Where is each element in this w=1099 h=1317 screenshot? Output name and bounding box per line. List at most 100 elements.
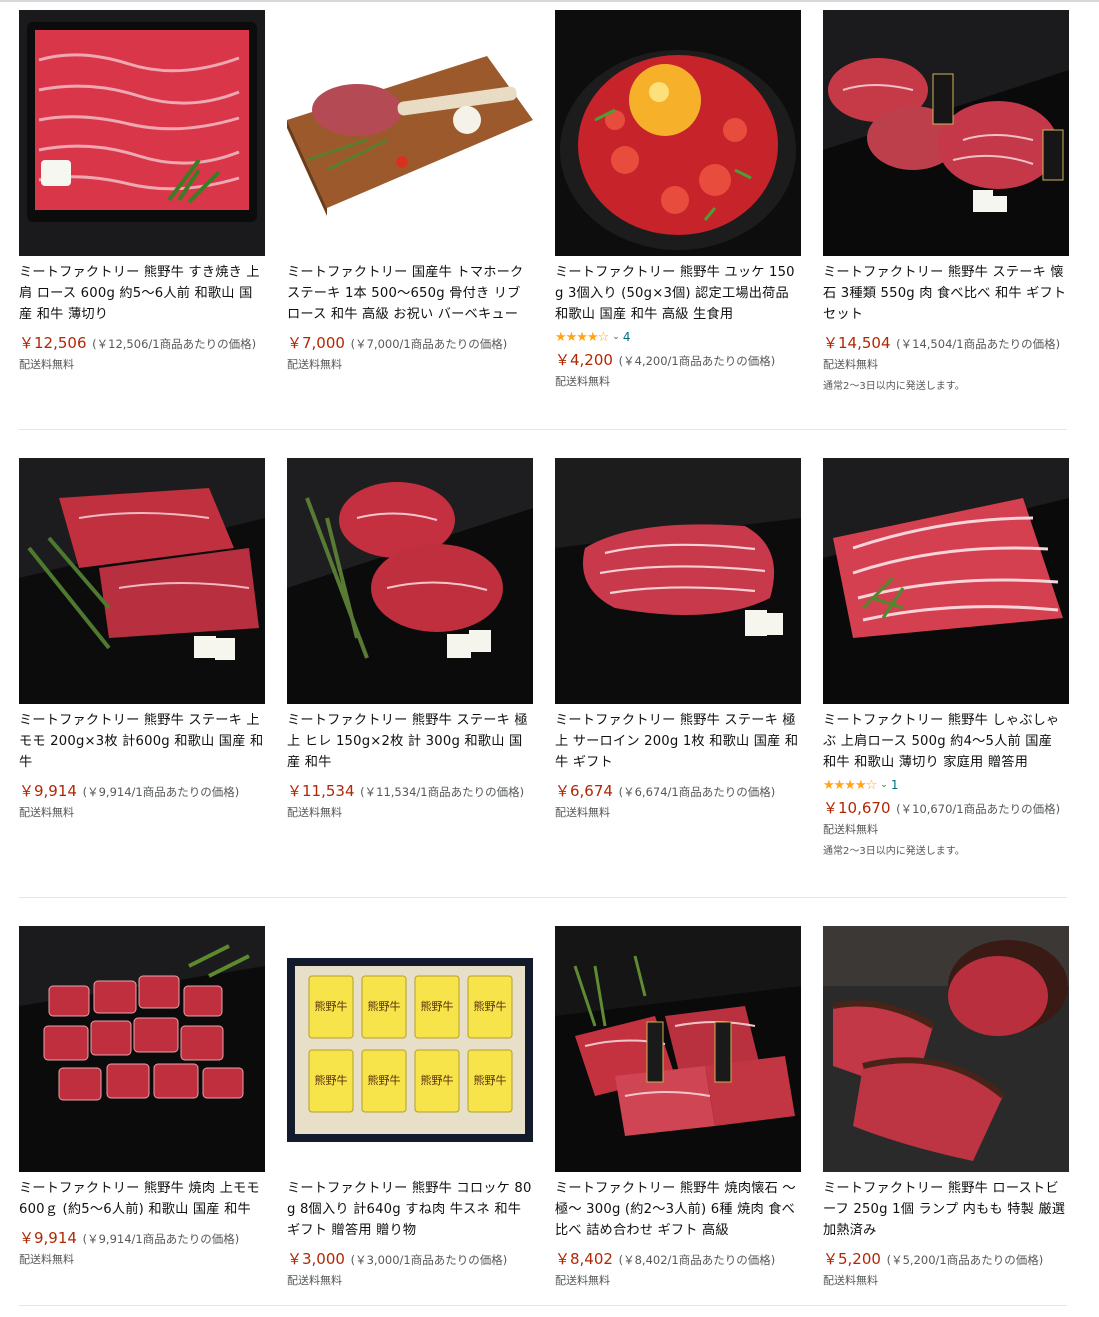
product-image-sukiyaki[interactable] xyxy=(19,10,265,256)
product-title[interactable]: ミートファクトリー 熊野牛 焼肉懐石 〜極〜 300g (約2〜3人前) 6種 … xyxy=(555,1178,801,1241)
product-image-yakiniku-kaiseki[interactable] xyxy=(555,926,801,1172)
product-image-fillet-steak[interactable] xyxy=(287,458,533,704)
price: ￥11,534 xyxy=(287,782,355,800)
product-image-steak-kaiseki[interactable] xyxy=(823,10,1069,256)
price-line: ￥9,914 (￥9,914/1商品あたりの価格) xyxy=(19,781,265,802)
price-line: ￥5,200 (￥5,200/1商品あたりの価格) xyxy=(823,1249,1069,1270)
product-row: ミートファクトリー 熊野牛 ステーキ 上モモ 200g×3枚 計600g 和歌山… xyxy=(19,458,1079,926)
price-line: ￥10,670 (￥10,670/1商品あたりの価格) xyxy=(823,798,1069,819)
shipping-label: 配送料無料 xyxy=(823,358,878,371)
croquette-label-text: 熊野牛 xyxy=(421,999,454,1013)
product-image-croquette[interactable]: 熊野牛 熊野牛 熊野牛 熊野牛 熊野牛 熊野牛 熊野牛 熊野牛 xyxy=(287,926,533,1172)
product-card: ミートファクトリー 熊野牛 焼肉 上モモ 600ｇ (約5〜6人前) 和歌山 国… xyxy=(19,926,265,1316)
product-title[interactable]: ミートファクトリー 国産牛 トマホーク ステーキ 1本 500〜650g 骨付き… xyxy=(287,262,533,325)
rating-count[interactable]: 4 xyxy=(623,330,631,344)
price-line: ￥3,000 (￥3,000/1商品あたりの価格) xyxy=(287,1249,533,1270)
price-line: ￥4,200 (￥4,200/1商品あたりの価格) xyxy=(555,350,801,371)
price: ￥12,506 xyxy=(19,334,87,352)
delivery-estimate: 通常2〜3日以内に発送します。 xyxy=(823,846,965,857)
product-title[interactable]: ミートファクトリー 熊野牛 ローストビーフ 250g 1個 ランプ 内もも 特製… xyxy=(823,1178,1069,1241)
unit-price: (￥14,504/1商品あたりの価格) xyxy=(896,337,1061,351)
shipping-label: 配送料無料 xyxy=(555,1274,610,1287)
unit-price: (￥10,670/1商品あたりの価格) xyxy=(896,802,1061,816)
product-card: 熊野牛 熊野牛 熊野牛 熊野牛 熊野牛 熊野牛 熊野牛 熊野牛 ミートファクトリ… xyxy=(287,926,533,1316)
croquette-label-text: 熊野牛 xyxy=(474,1073,507,1087)
shipping-label: 配送料無料 xyxy=(287,358,342,371)
product-card: ミートファクトリー 熊野牛 ステーキ 懐石 3種類 550g 肉 食べ比べ 和牛… xyxy=(823,10,1069,458)
unit-price: (￥12,506/1商品あたりの価格) xyxy=(92,337,257,351)
product-image-shabu-shabu[interactable] xyxy=(823,458,1069,704)
shipping-label: 配送料無料 xyxy=(19,358,74,371)
chevron-down-icon: ⌄ xyxy=(880,780,888,790)
product-card: ミートファクトリー 熊野牛 ローストビーフ 250g 1個 ランプ 内もも 特製… xyxy=(823,926,1069,1316)
price-line: ￥7,000 (￥7,000/1商品あたりの価格) xyxy=(287,333,533,354)
rating[interactable]: ★★★★☆ ⌄ 1 xyxy=(823,776,1069,794)
product-title[interactable]: ミートファクトリー 熊野牛 ステーキ 極上 ヒレ 150g×2枚 計 300g … xyxy=(287,710,533,773)
price: ￥4,200 xyxy=(555,351,613,369)
price: ￥3,000 xyxy=(287,1250,345,1268)
star-rating-icon: ★★★★☆ xyxy=(823,777,877,793)
shipping-label: 配送料無料 xyxy=(823,1274,878,1287)
star-rating-icon: ★★★★☆ xyxy=(555,329,609,345)
unit-price: (￥9,914/1商品あたりの価格) xyxy=(82,1232,240,1246)
rating-count[interactable]: 1 xyxy=(891,778,899,792)
product-card: ミートファクトリー 熊野牛 ユッケ 150g 3個入り (50g×3個) 認定工… xyxy=(555,10,801,458)
product-card: ミートファクトリー 熊野牛 焼肉懐石 〜極〜 300g (約2〜3人前) 6種 … xyxy=(555,926,801,1316)
product-image-sirloin-steak[interactable] xyxy=(555,458,801,704)
croquette-label-text: 熊野牛 xyxy=(368,1073,401,1087)
product-card: ミートファクトリー 熊野牛 しゃぶしゃぶ 上肩ロース 500g 約4〜5人前 国… xyxy=(823,458,1069,926)
croquette-label-text: 熊野牛 xyxy=(315,999,348,1013)
price: ￥5,200 xyxy=(823,1250,881,1268)
unit-price: (￥6,674/1商品あたりの価格) xyxy=(618,785,776,799)
shipping-label: 配送料無料 xyxy=(555,806,610,819)
chevron-down-icon: ⌄ xyxy=(612,332,620,342)
price: ￥7,000 xyxy=(287,334,345,352)
product-title[interactable]: ミートファクトリー 熊野牛 しゃぶしゃぶ 上肩ロース 500g 約4〜5人前 国… xyxy=(823,710,1069,773)
shipping-label: 配送料無料 xyxy=(823,823,878,836)
top-divider xyxy=(0,0,1099,2)
product-card: ミートファクトリー 熊野牛 ステーキ 上モモ 200g×3枚 計600g 和歌山… xyxy=(19,458,265,926)
product-image-tomahawk[interactable] xyxy=(287,10,533,256)
product-image-momo-steak[interactable] xyxy=(19,458,265,704)
price-line: ￥8,402 (￥8,402/1商品あたりの価格) xyxy=(555,1249,801,1270)
product-card: ミートファクトリー 国産牛 トマホーク ステーキ 1本 500〜650g 骨付き… xyxy=(287,10,533,458)
unit-price: (￥4,200/1商品あたりの価格) xyxy=(618,354,776,368)
delivery-estimate: 通常2〜3日以内に発送します。 xyxy=(823,381,965,392)
product-title[interactable]: ミートファクトリー 熊野牛 ユッケ 150g 3個入り (50g×3個) 認定工… xyxy=(555,262,801,325)
unit-price: (￥5,200/1商品あたりの価格) xyxy=(886,1253,1044,1267)
price: ￥10,670 xyxy=(823,799,891,817)
shipping-label: 配送料無料 xyxy=(287,1274,342,1287)
product-card: ミートファクトリー 熊野牛 すき焼き 上肩 ロース 600g 約5〜6人前 和歌… xyxy=(19,10,265,458)
product-title[interactable]: ミートファクトリー 熊野牛 ステーキ 極上 サーロイン 200g 1枚 和歌山 … xyxy=(555,710,801,773)
row-divider xyxy=(19,897,1067,898)
price-line: ￥9,914 (￥9,914/1商品あたりの価格) xyxy=(19,1228,265,1249)
croquette-label-text: 熊野牛 xyxy=(368,999,401,1013)
row-divider xyxy=(19,1305,1067,1306)
shipping-label: 配送料無料 xyxy=(555,375,610,388)
unit-price: (￥9,914/1商品あたりの価格) xyxy=(82,785,240,799)
product-image-yukhoe[interactable] xyxy=(555,10,801,256)
price-line: ￥12,506 (￥12,506/1商品あたりの価格) xyxy=(19,333,265,354)
product-image-roast-beef[interactable] xyxy=(823,926,1069,1172)
rating[interactable]: ★★★★☆ ⌄ 4 xyxy=(555,328,801,346)
product-title[interactable]: ミートファクトリー 熊野牛 コロッケ 80g 8個入り 計640g すね肉 牛ス… xyxy=(287,1178,533,1241)
product-grid: ミートファクトリー 熊野牛 すき焼き 上肩 ロース 600g 約5〜6人前 和歌… xyxy=(19,10,1079,1316)
shipping-label: 配送料無料 xyxy=(19,1253,74,1266)
product-image-yakiniku-momo[interactable] xyxy=(19,926,265,1172)
product-title[interactable]: ミートファクトリー 熊野牛 ステーキ 上モモ 200g×3枚 計600g 和歌山… xyxy=(19,710,265,773)
croquette-label-text: 熊野牛 xyxy=(315,1073,348,1087)
price-line: ￥11,534 (￥11,534/1商品あたりの価格) xyxy=(287,781,533,802)
price: ￥9,914 xyxy=(19,782,77,800)
price-line: ￥6,674 (￥6,674/1商品あたりの価格) xyxy=(555,781,801,802)
product-title[interactable]: ミートファクトリー 熊野牛 焼肉 上モモ 600ｇ (約5〜6人前) 和歌山 国… xyxy=(19,1178,265,1220)
croquette-label-text: 熊野牛 xyxy=(474,999,507,1013)
unit-price: (￥11,534/1商品あたりの価格) xyxy=(360,785,525,799)
shipping-label: 配送料無料 xyxy=(287,806,342,819)
product-card: ミートファクトリー 熊野牛 ステーキ 極上 サーロイン 200g 1枚 和歌山 … xyxy=(555,458,801,926)
product-title[interactable]: ミートファクトリー 熊野牛 すき焼き 上肩 ロース 600g 約5〜6人前 和歌… xyxy=(19,262,265,325)
price: ￥6,674 xyxy=(555,782,613,800)
product-title[interactable]: ミートファクトリー 熊野牛 ステーキ 懐石 3種類 550g 肉 食べ比べ 和牛… xyxy=(823,262,1069,325)
row-divider xyxy=(19,429,1067,430)
price-line: ￥14,504 (￥14,504/1商品あたりの価格) xyxy=(823,333,1069,354)
price: ￥9,914 xyxy=(19,1229,77,1247)
